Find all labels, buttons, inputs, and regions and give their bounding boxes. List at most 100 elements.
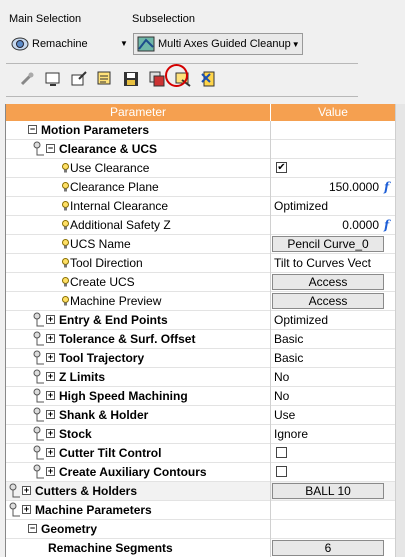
remachine-segments-button[interactable]: 6 [272, 540, 384, 556]
expand-icon[interactable]: + [46, 448, 55, 457]
clearance-plane-value[interactable]: 150.0000 [271, 180, 383, 194]
group-settings-icon [33, 407, 44, 422]
row-entry-end-points[interactable]: + Entry & End Points Optimized [6, 311, 395, 330]
row-ucs-name[interactable]: UCS Name Pencil Curve_0 [6, 235, 395, 254]
expand-icon[interactable]: + [46, 467, 55, 476]
vertical-scrollbar[interactable] [395, 104, 405, 557]
expand-icon[interactable]: + [46, 372, 55, 381]
row-tool-trajectory[interactable]: + Tool Trajectory Basic [6, 349, 395, 368]
close-icon[interactable] [200, 70, 218, 88]
row-cutters-holders[interactable]: + Cutters & Holders BALL 10 [6, 482, 395, 501]
row-clearance-plane[interactable]: Clearance Plane 150.0000 f [6, 178, 395, 197]
use-clearance-checkbox[interactable]: ✔ [276, 162, 287, 173]
expand-icon[interactable]: + [46, 410, 55, 419]
expand-icon[interactable]: + [46, 315, 55, 324]
display-icon[interactable] [44, 70, 62, 88]
row-create-auxiliary-contours[interactable]: + Create Auxiliary Contours [6, 463, 395, 482]
bulb-icon [62, 258, 69, 268]
row-additional-safety-z[interactable]: Additional Safety Z 0.0000 f [6, 216, 395, 235]
group-settings-icon [33, 312, 44, 327]
header-value: Value [318, 105, 348, 119]
collapse-icon[interactable]: − [28, 524, 37, 533]
machine-preview-access-button[interactable]: Access [272, 293, 384, 309]
shank-holder-value[interactable]: Use [274, 408, 395, 422]
subselection-dropdown[interactable]: Multi Axes Guided Cleanup ▼ [133, 33, 303, 55]
divider [6, 96, 358, 97]
row-clearance-ucs[interactable]: − Clearance & UCS [6, 140, 395, 159]
subselection-value: Multi Axes Guided Cleanup [158, 38, 291, 50]
row-remachine-segments[interactable]: Remachine Segments 6 [6, 539, 395, 557]
expand-icon[interactable]: + [46, 429, 55, 438]
tool-list-icon[interactable] [96, 70, 114, 88]
selection-panel: Main Selection Subselection Remachine ▼ … [0, 0, 405, 100]
z-limits-value[interactable]: No [274, 370, 395, 384]
divider [6, 63, 358, 64]
chevron-down-icon: ▼ [291, 39, 300, 49]
formula-icon: f [384, 218, 390, 232]
row-machine-parameters[interactable]: + Machine Parameters [6, 501, 395, 520]
expand-icon[interactable]: + [46, 391, 55, 400]
stock-value[interactable]: Ignore [274, 427, 395, 441]
bulb-icon [62, 182, 69, 192]
additional-safety-z-value[interactable]: 0.0000 [271, 218, 383, 232]
cutter-tilt-checkbox[interactable] [276, 447, 287, 458]
tolerance-value[interactable]: Basic [274, 332, 395, 346]
entry-end-points-value[interactable]: Optimized [274, 313, 395, 327]
link-icon[interactable] [18, 70, 36, 88]
subselection-label: Subselection [132, 13, 195, 25]
row-create-ucs[interactable]: Create UCS Access [6, 273, 395, 292]
save-icon[interactable] [122, 70, 140, 88]
high-speed-machining-value[interactable]: No [274, 389, 395, 403]
bulb-icon [62, 239, 69, 249]
group-settings-icon [33, 350, 44, 365]
group-settings-icon [33, 445, 44, 460]
header-parameter: Parameter [109, 105, 167, 119]
main-selection-value: Remachine [32, 38, 88, 50]
group-settings-icon [9, 483, 20, 498]
row-shank-holder[interactable]: + Shank & Holder Use [6, 406, 395, 425]
cutters-holders-button[interactable]: BALL 10 [272, 483, 384, 499]
group-settings-icon [33, 426, 44, 441]
group-settings-icon [33, 141, 44, 156]
collapse-icon[interactable]: − [46, 144, 55, 153]
ucs-name-button[interactable]: Pencil Curve_0 [272, 236, 384, 252]
bulb-icon [62, 201, 69, 211]
row-stock[interactable]: + Stock Ignore [6, 425, 395, 444]
group-settings-icon [33, 464, 44, 479]
row-use-clearance[interactable]: Use Clearance ✔ [6, 159, 395, 178]
row-machine-preview[interactable]: Machine Preview Access [6, 292, 395, 311]
toolbar [18, 70, 226, 88]
row-high-speed-machining[interactable]: + High Speed Machining No [6, 387, 395, 406]
expand-icon[interactable]: + [22, 486, 31, 495]
highlight-circle [165, 64, 188, 87]
grid-header: Parameter Value [6, 104, 395, 121]
export-icon[interactable] [70, 70, 88, 88]
create-ucs-access-button[interactable]: Access [272, 274, 384, 290]
main-selection-dropdown[interactable]: Remachine [10, 35, 88, 53]
expand-icon[interactable]: + [46, 334, 55, 343]
tool-direction-value[interactable]: Tilt to Curves Vect [274, 256, 395, 270]
row-cutter-tilt-control[interactable]: + Cutter Tilt Control [6, 444, 395, 463]
auxiliary-contours-checkbox[interactable] [276, 466, 287, 477]
group-settings-icon [33, 388, 44, 403]
expand-icon[interactable]: + [22, 505, 31, 514]
row-tolerance-surf-offset[interactable]: + Tolerance & Surf. Offset Basic [6, 330, 395, 349]
multi-axes-icon [137, 36, 155, 52]
row-motion-parameters[interactable]: − Motion Parameters [6, 121, 395, 140]
expand-icon[interactable]: + [46, 353, 55, 362]
copy-params-icon[interactable] [148, 70, 166, 88]
row-tool-direction[interactable]: Tool Direction Tilt to Curves Vect [6, 254, 395, 273]
group-settings-icon [33, 331, 44, 346]
row-z-limits[interactable]: + Z Limits No [6, 368, 395, 387]
tool-trajectory-value[interactable]: Basic [274, 351, 395, 365]
bulb-icon [62, 163, 69, 173]
bulb-icon [62, 296, 69, 306]
row-geometry[interactable]: − Geometry [6, 520, 395, 539]
chevron-down-icon[interactable]: ▼ [120, 39, 128, 48]
group-settings-icon [9, 502, 20, 517]
collapse-icon[interactable]: − [28, 125, 37, 134]
row-internal-clearance[interactable]: Internal Clearance Optimized [6, 197, 395, 216]
internal-clearance-value[interactable]: Optimized [274, 199, 395, 213]
bulb-icon [62, 220, 69, 230]
main-selection-label: Main Selection [9, 13, 82, 25]
